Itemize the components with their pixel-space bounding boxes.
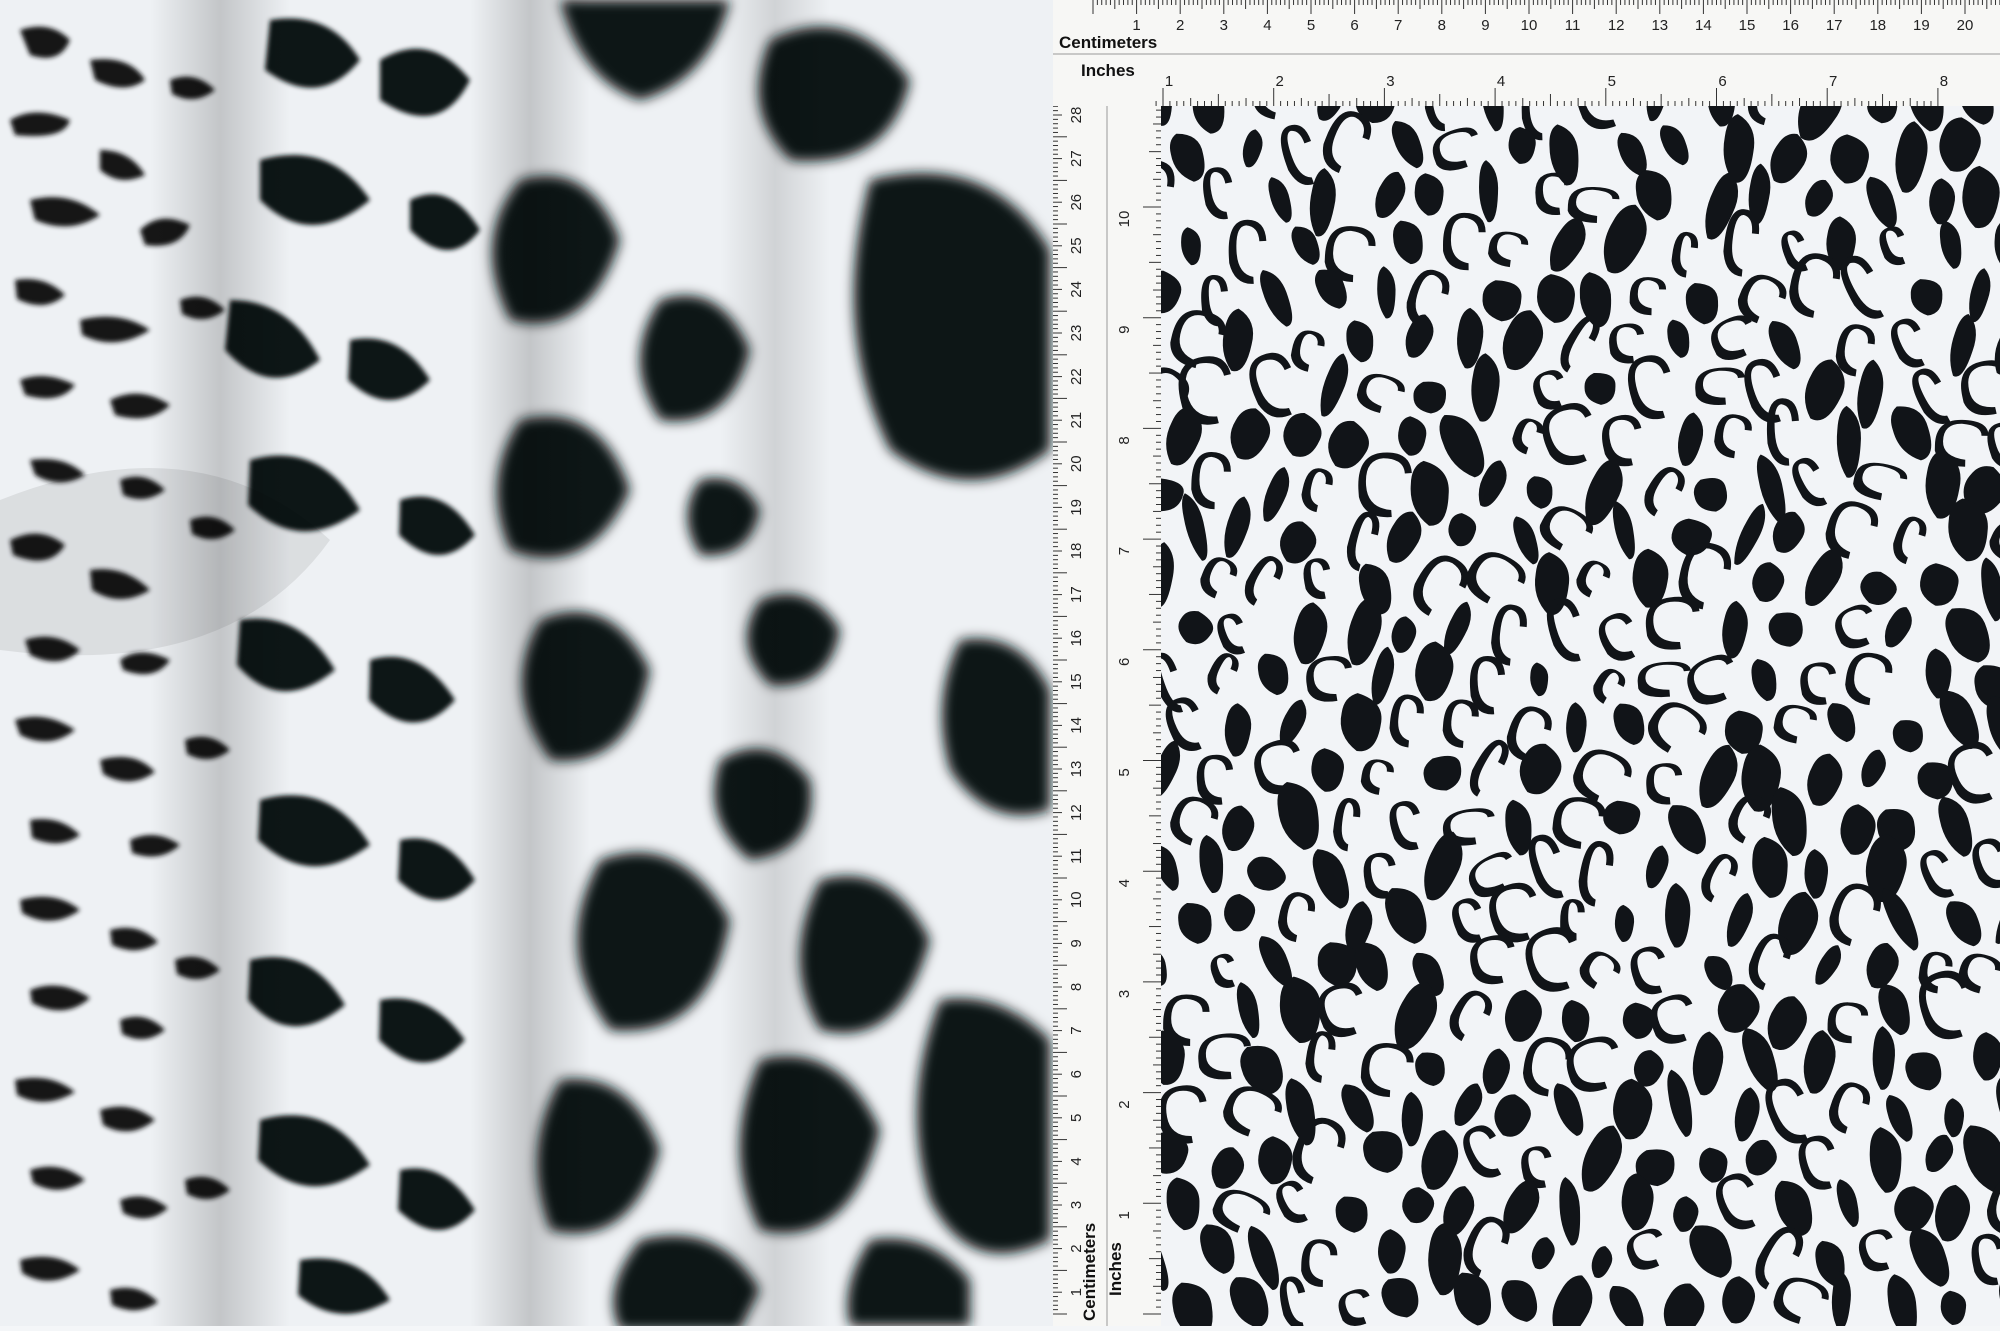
ruler-top-inches-label: Inches — [1081, 61, 1135, 80]
ruler-left-inches-label: Inches — [1106, 1242, 1125, 1296]
ruler-left-cm-number: 6 — [1068, 1070, 1085, 1078]
ruler-top-cm-number: 19 — [1913, 17, 1930, 34]
ruler-top-cm-number: 13 — [1651, 17, 1668, 34]
ruler-top-cm-number: 8 — [1438, 17, 1446, 34]
ruler-top-cm-number: 15 — [1739, 17, 1756, 34]
ruler-left-cm-number: 25 — [1068, 237, 1085, 254]
ruler-top-cm-number: 9 — [1481, 17, 1489, 34]
ruler-top-inch-number: 2 — [1276, 73, 1284, 90]
ruler-top-inch-number: 7 — [1829, 73, 1837, 90]
ruler-left-inch-number: 7 — [1116, 547, 1133, 555]
ruler-left-cm-number: 21 — [1068, 412, 1085, 429]
ruler-top-cm-number: 6 — [1350, 17, 1358, 34]
ruler-top-inch-number: 5 — [1608, 73, 1616, 90]
ruler-top-inch-number: 4 — [1497, 73, 1505, 90]
ruler-left-cm-number: 22 — [1068, 368, 1085, 385]
ruler-top-scale: 123456789101112131415161718192021 123456… — [1053, 0, 2000, 106]
ruler-left-inch-number: 8 — [1116, 436, 1133, 444]
ruler-top-inch-number: 8 — [1940, 73, 1948, 90]
ruler-left-cm-number: 18 — [1068, 543, 1085, 560]
ruler-left-cm-number: 7 — [1068, 1026, 1085, 1034]
draped-fabric-photo — [0, 0, 1053, 1326]
ruler-left-cm-number: 17 — [1068, 586, 1085, 603]
ruler-left-inch-number: 1 — [1116, 1211, 1133, 1219]
ruler-top-cm-number: 16 — [1782, 17, 1799, 34]
ruler-left-cm-number: 10 — [1068, 891, 1085, 908]
ruler-top-cm-number: 17 — [1826, 17, 1843, 34]
ruler-left-inch-number: 10 — [1116, 211, 1133, 228]
ruler-left-cm-number: 15 — [1068, 673, 1085, 690]
ruler-left-cm-number: 23 — [1068, 325, 1085, 342]
ruler-left-centimeters-label: Centimeters — [1080, 1223, 1099, 1321]
leopard-print-pattern — [1132, 62, 2000, 1331]
ruler-top-cm-number: 2 — [1176, 17, 1184, 34]
ruler-top-cm-number: 18 — [1869, 17, 1886, 34]
ruler-top-cm-number: 11 — [1565, 17, 1581, 34]
ruler-top-cm-number: 20 — [1957, 17, 1974, 34]
ruler-left-cm-number: 8 — [1068, 983, 1085, 991]
ruler-top: 123456789101112131415161718192021 123456… — [1053, 0, 2000, 107]
ruler-left-inch-number: 6 — [1116, 658, 1133, 666]
ruler-top-cm-number: 7 — [1394, 17, 1402, 34]
ruler-left-cm-number: 5 — [1068, 1114, 1085, 1122]
ruler-left-cm-number: 26 — [1068, 194, 1085, 211]
ruler-left-cm-number: 13 — [1068, 761, 1085, 778]
ruler-left: 1 2 3 4 5 6 7 8 9 10 11 12 13 14 15 16 17 18 19 20 21 22 23 24 2… — [1053, 105, 1162, 1326]
ruler-left-inch-number: 3 — [1116, 990, 1133, 998]
ruler-left-cm-number: 20 — [1068, 455, 1085, 472]
ruler-left-cm-number: 3 — [1068, 1201, 1085, 1209]
ruler-left-cm-number: 16 — [1068, 630, 1085, 647]
ruler-left-inch-number: 9 — [1116, 326, 1133, 334]
ruler-left-cm-number: 27 — [1068, 150, 1085, 167]
ruler-top-cm-number: 10 — [1521, 17, 1538, 34]
leopard-print-swatch — [1132, 62, 2000, 1331]
draped-fabric-pattern — [0, 0, 1053, 1326]
ruler-left-cm-number: 12 — [1068, 804, 1085, 821]
ruler-top-cm-number: 14 — [1695, 17, 1712, 34]
ruler-top-inch-number: 6 — [1718, 73, 1726, 90]
ruler-left-cm-number: 4 — [1068, 1157, 1085, 1165]
ruler-left-cm-number: 24 — [1068, 281, 1085, 298]
ruler-left-inch-number: 5 — [1116, 768, 1133, 776]
ruler-top-inch-number: 3 — [1386, 73, 1394, 90]
ruler-left-cm-number: 14 — [1068, 717, 1085, 734]
ruler-left-inch-number: 4 — [1116, 879, 1133, 887]
ruler-left-cm-number: 9 — [1068, 939, 1085, 947]
ruler-top-cm-number: 5 — [1307, 17, 1315, 34]
ruler-top-cm-number: 4 — [1263, 17, 1271, 34]
ruler-left-cm-number: 28 — [1068, 107, 1085, 124]
ruler-left-inch-number: 2 — [1116, 1100, 1133, 1108]
ruler-left-cm-number: 11 — [1068, 848, 1085, 864]
ruler-top-inch-number: 1 — [1165, 73, 1173, 90]
ruler-top-centimeters-label: Centimeters — [1059, 33, 1157, 52]
ruler-top-cm-number: 3 — [1220, 17, 1228, 34]
ruler-left-cm-number: 19 — [1068, 499, 1085, 516]
ruler-top-cm-number: 12 — [1608, 17, 1625, 34]
ruler-left-scale: 1234567891011121314151617181920212223242… — [1053, 105, 1161, 1326]
ruler-top-cm-number: 1 — [1132, 17, 1140, 34]
